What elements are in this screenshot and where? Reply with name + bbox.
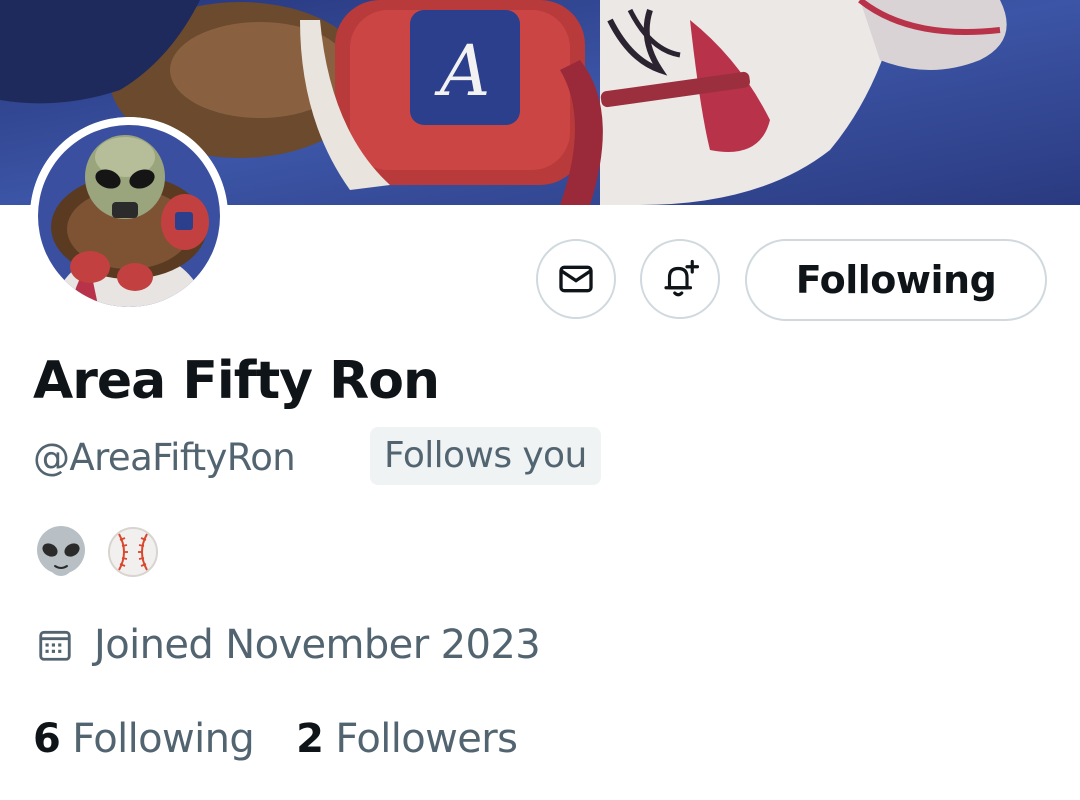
following-count: 6 xyxy=(33,716,61,762)
followers-count: 2 xyxy=(296,716,324,762)
svg-text:A: A xyxy=(434,30,491,112)
following-button[interactable]: Following xyxy=(745,239,1047,321)
followers-stat[interactable]: 2 Followers xyxy=(296,716,518,762)
calendar-icon xyxy=(36,626,74,664)
profile-page: A Following Area Fifty Ron @AreaFiftyRon… xyxy=(0,0,1080,800)
follows-you-badge: Follows you xyxy=(370,427,601,485)
bell-plus-icon xyxy=(659,258,701,300)
baseball-icon xyxy=(105,524,161,580)
followers-label: Followers xyxy=(335,716,518,762)
notify-button[interactable] xyxy=(640,239,720,319)
display-name: Area Fifty Ron xyxy=(33,351,440,411)
profile-stats: 6 Following 2 Followers xyxy=(33,711,518,767)
avatar[interactable] xyxy=(30,117,228,315)
joined-date-row: Joined November 2023 xyxy=(36,617,541,673)
joined-date: Joined November 2023 xyxy=(94,622,541,668)
alien-icon xyxy=(33,524,89,580)
following-label: Following xyxy=(72,716,255,762)
bio xyxy=(33,522,161,582)
following-stat[interactable]: 6 Following xyxy=(33,716,255,762)
message-button[interactable] xyxy=(536,239,616,319)
user-handle: @AreaFiftyRon xyxy=(33,436,296,479)
envelope-icon xyxy=(556,259,596,299)
